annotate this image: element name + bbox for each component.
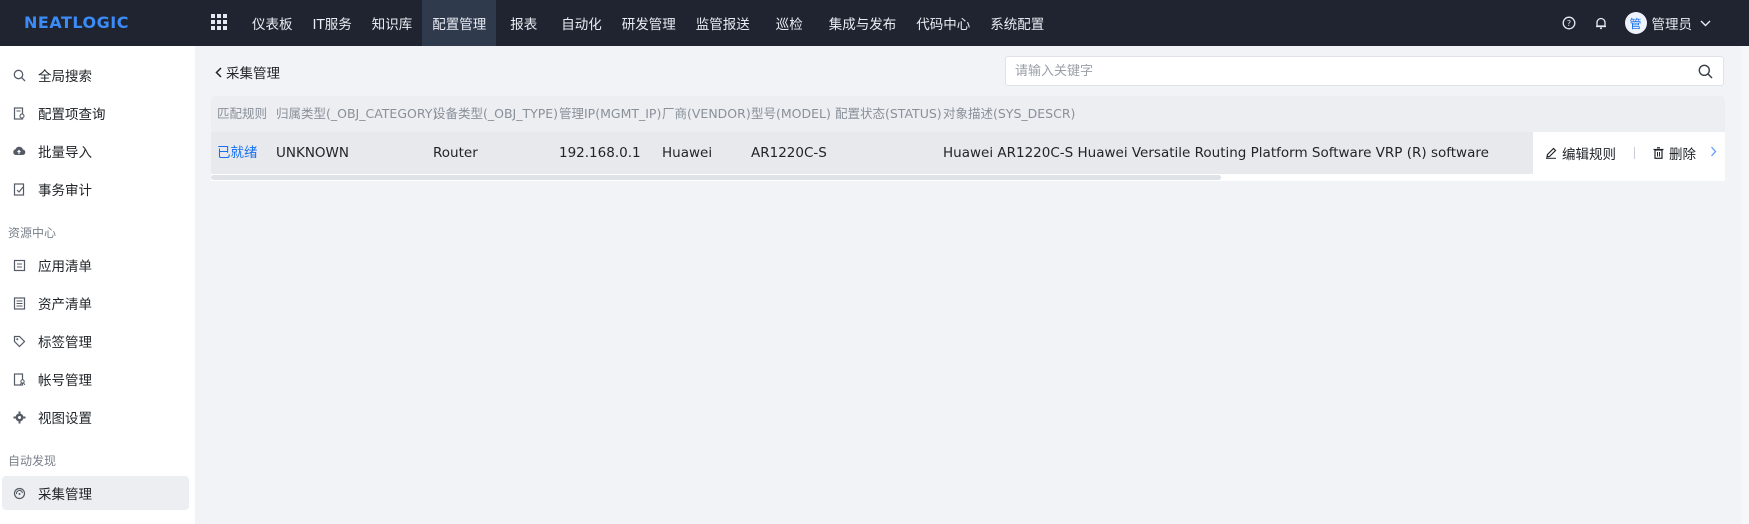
column-header: 厂商(VENDOR) [662,106,751,121]
scrollbar-thumb[interactable] [211,175,1221,180]
bell-icon[interactable] [1593,15,1609,31]
edit-rule-button[interactable]: 编辑规则 [1545,143,1616,163]
collect-icon [12,486,26,500]
search-input[interactable] [1015,63,1675,79]
cell-obj-type: Router [433,145,478,161]
nav-item-system-config[interactable]: 系统配置 [980,0,1054,46]
nav-item-deploy[interactable]: 集成与发布 [819,0,907,46]
sidebar-item-global-search[interactable]: 全局搜索 [0,58,195,92]
delete-label: 删除 [1669,147,1696,163]
app-list-icon [12,258,26,272]
document-search-icon [12,106,26,120]
asset-list-icon [12,296,26,310]
sidebar-item-account-manage[interactable]: 帐号管理 [0,362,195,396]
trash-icon [1653,147,1664,159]
nav-item-cmdb[interactable]: 配置管理 [422,0,497,46]
row-actions: 编辑规则 删除 [1533,132,1725,174]
edit-rule-label: 编辑规则 [1562,147,1616,163]
logo-wordmark: NEATLOGIC [24,14,129,30]
username[interactable]: 管理员 [1652,13,1693,33]
tag-icon [12,334,26,348]
column-header: 管理IP(MGMT_IP) [559,106,662,121]
sidebar-item-label: 批量导入 [38,145,92,161]
collect-table: 匹配规则 归属类型(_OBJ_CATEGORY) 设备类型(_OBJ_TYPE)… [211,96,1725,226]
apps-grid-icon[interactable] [211,14,227,30]
chevron-down-icon[interactable] [1700,16,1711,31]
cell-sys-descr: Huawei AR1220C-S Huawei Versatile Routin… [943,145,1489,161]
sidebar-item-label: 全局搜索 [38,69,92,85]
top-nav: 仪表板 IT服务 知识库 配置管理 报表 自动化 研发管理 监管报送 巡检 集成… [242,0,1054,46]
search-box [1005,56,1724,86]
edit-icon [1545,147,1557,159]
avatar[interactable]: 管 [1624,12,1647,34]
sidebar-item-label: 配置项查询 [38,107,106,123]
delete-button[interactable]: 删除 [1653,143,1696,163]
neatlogic-logo[interactable]: NEATLOGIC [24,11,166,33]
sidebar-item-asset-list[interactable]: 资产清单 [0,286,195,320]
cell-model: AR1220C-S [751,145,827,161]
vertical-scrollbar[interactable] [1741,46,1749,524]
sidebar-item-label: 资产清单 [38,297,92,313]
cell-vendor: Huawei [662,145,713,161]
sidebar-item-label: 标签管理 [38,335,92,351]
nav-item-knowledge[interactable]: 知识库 [362,0,423,46]
chevron-left-icon [215,66,222,78]
cloud-upload-icon [12,144,26,158]
nav-item-it-service[interactable]: IT服务 [303,0,362,46]
sidebar: 全局搜索 配置项查询 批量导入 事务审计 资源中心 应用清单 资产清单 标签管理… [0,46,195,524]
sidebar-item-app-list[interactable]: 应用清单 [0,248,195,282]
nav-item-report[interactable]: 报表 [496,0,551,46]
top-bar: NEATLOGIC 仪表板 IT服务 知识库 配置管理 报表 自动化 研发管理 … [0,0,1749,46]
sidebar-item-label: 应用清单 [38,259,92,275]
match-rule-link[interactable]: 已就绪 [217,132,258,174]
main-content: 采集管理 匹配规则 归属类型(_OBJ_CATEGORY) 设备类型(_OBJ_… [195,46,1749,524]
sidebar-group-discovery: 自动发现 [8,454,57,468]
help-circle-icon[interactable]: ? [1561,15,1577,31]
column-header: 配置状态(STATUS) [835,106,942,121]
column-header: 设备类型(_OBJ_TYPE) [433,106,559,121]
table-row[interactable]: 已就绪 UNKNOWN Router 192.168.0.1 Huawei AR… [211,132,1725,174]
horizontal-scrollbar[interactable] [211,174,1725,181]
gear-icon [12,410,26,424]
sidebar-item-label: 采集管理 [38,487,92,503]
sidebar-item-view-settings[interactable]: 视图设置 [0,400,195,434]
nav-item-rd[interactable]: 研发管理 [612,0,686,46]
sidebar-item-label: 视图设置 [38,411,92,427]
audit-icon [12,182,26,196]
search-icon [12,68,26,82]
account-icon [12,372,26,386]
nav-item-code-center[interactable]: 代码中心 [906,0,980,46]
chevron-right-icon[interactable] [1710,146,1717,161]
table-header: 匹配规则 归属类型(_OBJ_CATEGORY) 设备类型(_OBJ_TYPE)… [211,96,1725,132]
sidebar-item-ci-query[interactable]: 配置项查询 [0,96,195,130]
search-icon[interactable] [1698,64,1713,83]
svg-text:?: ? [1566,19,1570,28]
sidebar-group-resource: 资源中心 [8,226,57,240]
nav-item-automation[interactable]: 自动化 [551,0,612,46]
column-header: 对象描述(SYS_DESCR) [943,106,1076,121]
sidebar-item-label: 帐号管理 [38,373,92,389]
nav-item-regulatory[interactable]: 监管报送 [686,0,760,46]
svg-text:NEATLOGIC: NEATLOGIC [24,14,129,30]
cell-mgmt-ip: 192.168.0.1 [559,145,641,161]
sidebar-item-audit[interactable]: 事务审计 [0,172,195,206]
back-link[interactable]: 采集管理 [215,62,280,82]
sidebar-item-collect-manage[interactable]: 采集管理 [2,476,189,510]
top-right-tools: ? 管 管理员 [1561,0,1749,46]
column-header: 归属类型(_OBJ_CATEGORY) [276,106,438,121]
column-header: 型号(MODEL) [751,106,831,121]
cell-obj-category: UNKNOWN [276,145,350,161]
nav-item-inspection[interactable]: 巡检 [760,0,819,46]
action-divider [1634,147,1635,159]
column-header: 匹配规则 [217,106,268,121]
nav-item-dashboard[interactable]: 仪表板 [242,0,303,46]
sidebar-item-tag-manage[interactable]: 标签管理 [0,324,195,358]
back-label: 采集管理 [226,66,280,82]
sidebar-item-batch-import[interactable]: 批量导入 [0,134,195,168]
sidebar-item-label: 事务审计 [38,183,92,199]
